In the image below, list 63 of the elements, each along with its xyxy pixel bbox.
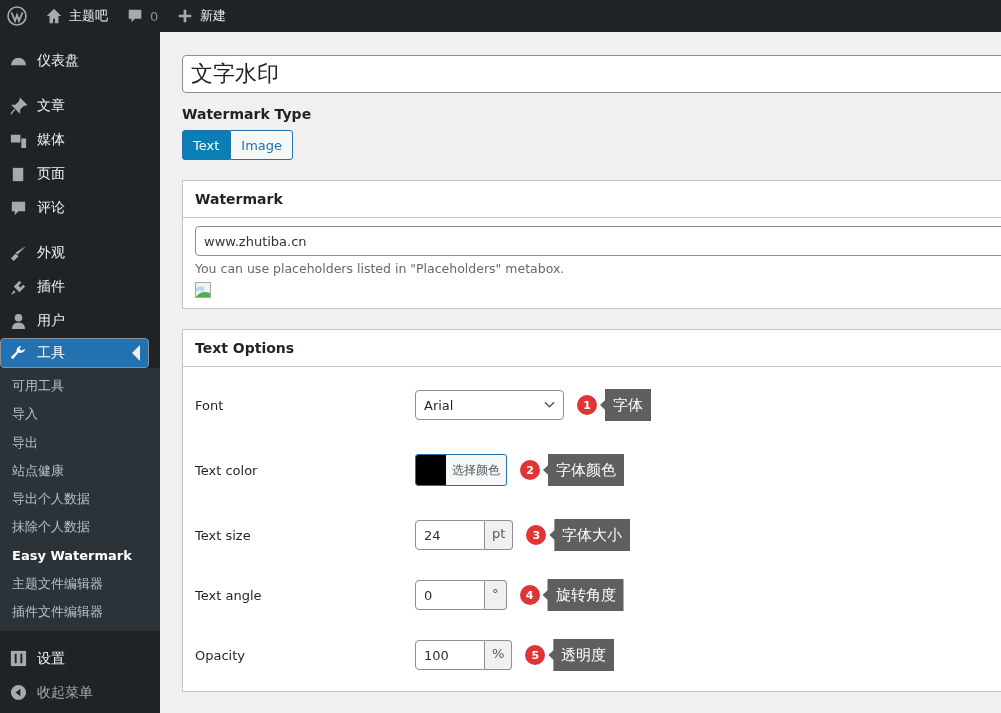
submenu-item[interactable]: 站点健康 (0, 456, 160, 486)
unit-label: pt (485, 520, 514, 550)
submenu-item[interactable]: 可用工具 (0, 372, 160, 401)
menu-item[interactable]: 外观 (0, 236, 160, 270)
collapse-menu-button[interactable]: 收起菜单 (0, 675, 160, 710)
color-picker-button[interactable]: 选择颜色 (415, 454, 507, 486)
option-label: Text color (195, 462, 259, 478)
option-label: Text angle (195, 587, 263, 603)
annotation-tooltip: 旋转角度 (542, 579, 624, 611)
number-badge: 3 (526, 525, 547, 545)
chevron-down-icon (544, 401, 555, 409)
annotation-tooltip: 字体大小 (549, 519, 631, 551)
annotation-tooltip: 透明度 (548, 639, 615, 671)
submenu-item[interactable]: 抹除个人数据 (0, 513, 160, 542)
number-badge: 1 (577, 395, 597, 415)
current-indicator-icon (132, 345, 140, 361)
menu-item[interactable]: 评论 (0, 191, 160, 225)
submenu-item[interactable]: 导出个人数据 (0, 485, 160, 514)
number-field[interactable]: 100 (415, 640, 485, 670)
submenu-item[interactable]: 插件文件编辑器 (0, 598, 160, 627)
comment-icon (126, 7, 144, 25)
collapse-icon (9, 683, 28, 703)
submenu-item[interactable]: 导入 (0, 400, 160, 429)
submenu-item[interactable]: 主题文件编辑器 (0, 570, 160, 599)
type-toggle[interactable]: Image (230, 130, 293, 160)
menu-item[interactable]: 文章 (0, 89, 160, 123)
number-badge: 5 (525, 645, 546, 665)
annotation-tooltip: 字体 (600, 389, 651, 421)
number-field[interactable]: 24 (415, 520, 485, 550)
option-label: Opacity (195, 647, 246, 663)
unit-label: ° (485, 580, 507, 610)
menu-item[interactable]: 设置 (0, 641, 160, 676)
broken-image-icon (195, 282, 211, 298)
menu-item[interactable]: 用户 (0, 304, 160, 338)
user-icon (9, 311, 28, 331)
home-icon (45, 7, 63, 25)
watermark-text-field[interactable]: www.zhutiba.cn (195, 226, 1001, 256)
submenu-item[interactable]: 导出 (0, 428, 160, 457)
menu-item[interactable]: 页面 (0, 157, 160, 191)
watermark-type-label: Watermark Type (182, 106, 313, 122)
card-title: Text Options (183, 330, 1001, 367)
number-field[interactable]: 0 (415, 580, 485, 610)
hint-text: You can use placeholders listed in "Placeholders" metabox. (195, 261, 566, 276)
wordpress-logo-icon[interactable] (7, 6, 27, 26)
pin-icon (9, 96, 28, 116)
card-title: Watermark (183, 181, 1001, 218)
unit-label: % (485, 640, 513, 670)
number-badge: 4 (519, 585, 540, 605)
font-select[interactable]: Arial (415, 390, 564, 420)
site-link[interactable]: 主题吧 (45, 7, 108, 25)
menu-item[interactable]: 仪表盘 (0, 44, 160, 78)
option-label: Font (195, 397, 225, 413)
submenu-item[interactable]: Easy Watermark (0, 541, 160, 571)
new-link[interactable]: 新建 (176, 7, 227, 25)
title-field[interactable]: 文字水印 (182, 55, 1001, 93)
number-badge: 2 (520, 460, 540, 480)
type-toggle[interactable]: Text (182, 130, 231, 160)
annotation-tooltip: 字体颜色 (543, 454, 624, 486)
menu-item[interactable]: 媒体 (0, 123, 160, 157)
comments-link[interactable]: 0 (126, 7, 159, 25)
menu-item[interactable]: 工具 (0, 338, 149, 368)
option-label: Text size (195, 527, 252, 543)
menu-item[interactable]: 插件 (0, 270, 160, 304)
